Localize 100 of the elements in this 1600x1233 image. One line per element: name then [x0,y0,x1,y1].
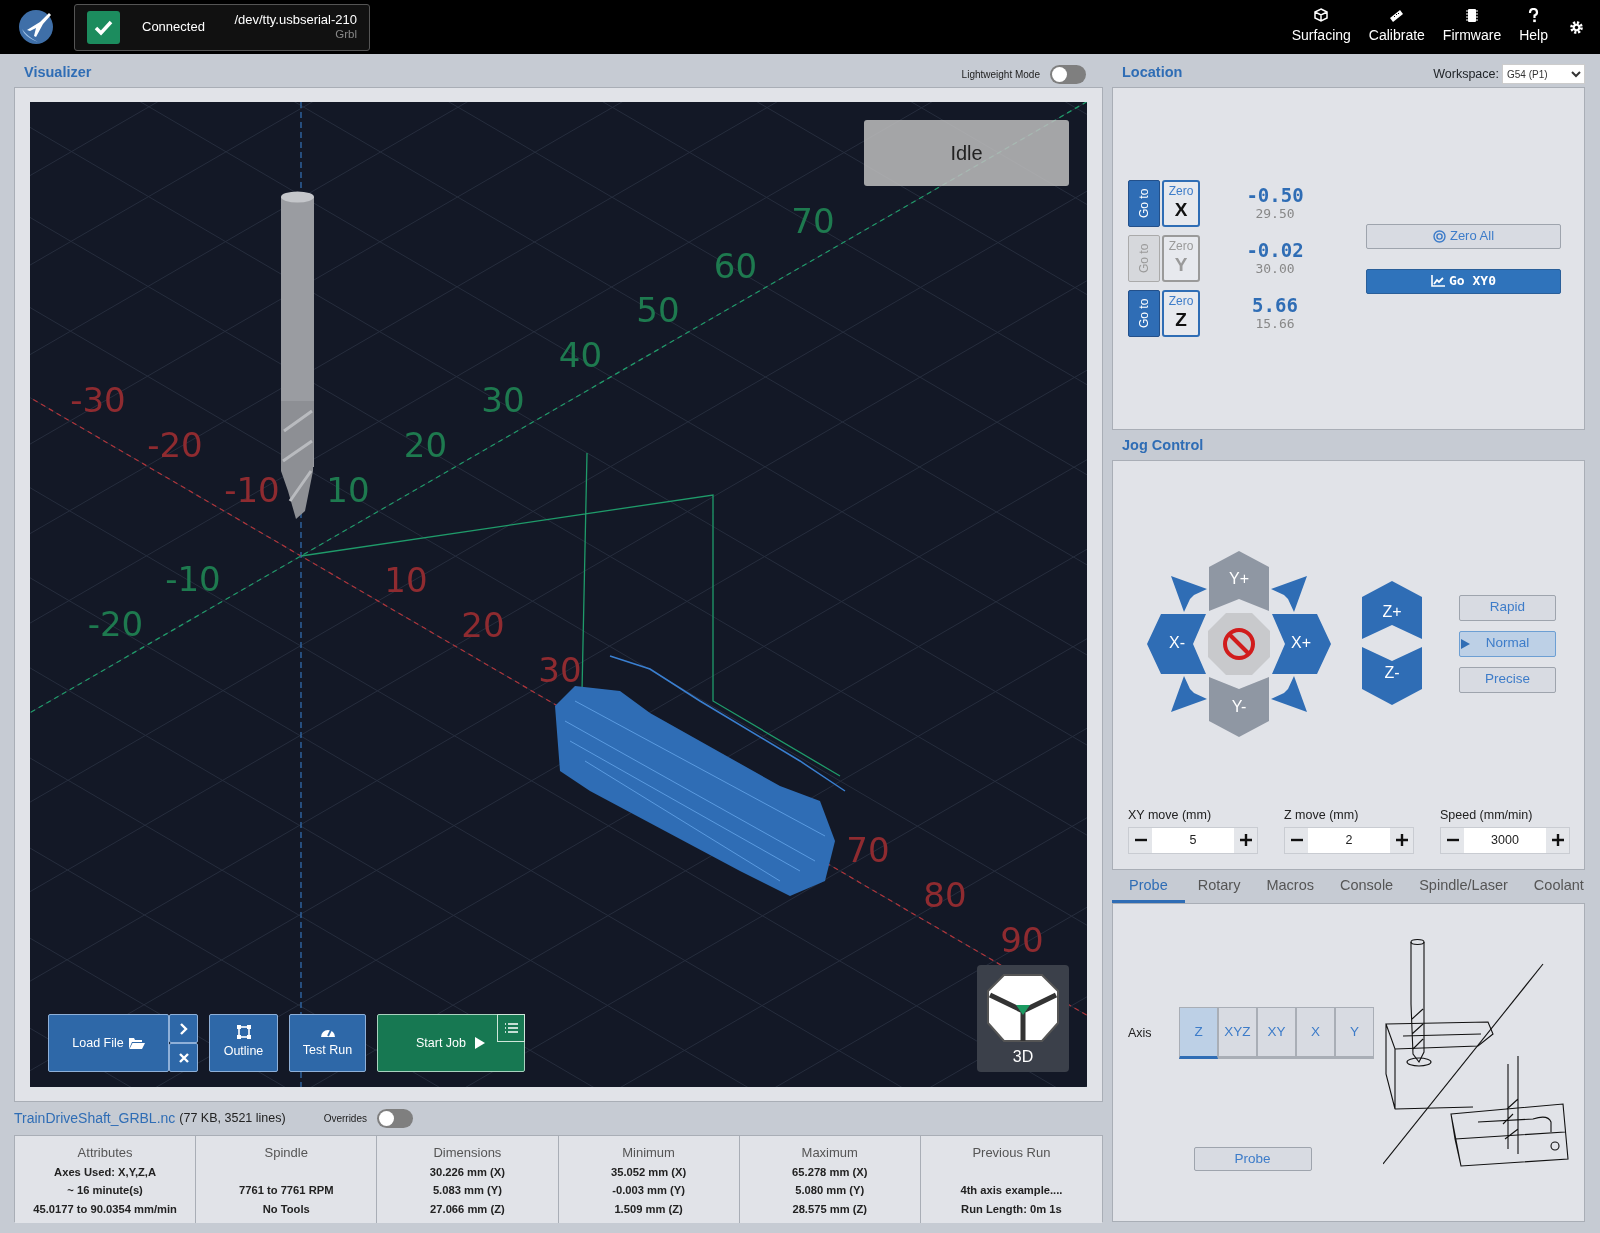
stat-value: 7761 to 7761 RPM [238,1183,334,1198]
close-button[interactable] [169,1043,198,1072]
tab[interactable]: Coolant [1520,875,1597,903]
axis-label: 10 [326,469,370,510]
toolbar-button[interactable]: Surfacing [1282,8,1360,46]
view-cube-button[interactable]: 3D [977,965,1069,1072]
axis-toggle-button[interactable]: Y [1335,1007,1374,1059]
cube-icon [1313,8,1329,23]
axis-label: -20 [87,603,144,644]
axis-label: -10 [165,559,221,600]
axis-toggle-button[interactable]: XYZ [1218,1007,1257,1059]
check-icon [87,10,120,44]
speed-button[interactable]: Normal [1459,630,1556,657]
panel-title: Jog Control [1122,436,1204,456]
panel-title: Visualizer [24,63,92,83]
axis-label: 40 [558,335,603,376]
stat-title: Previous Run [972,1144,1051,1162]
machine-state: Idle [864,120,1069,186]
ruler-icon [1389,8,1405,23]
stat-value: ~ 16 minute(s) [67,1183,143,1198]
outline-icon [236,1025,251,1040]
jog-button[interactable]: Z+ [1362,580,1422,639]
tab[interactable]: Macros [1253,875,1327,903]
tab[interactable]: Spindle/Laser [1406,875,1521,903]
axis-label: 80 [923,874,967,915]
tab[interactable]: Console [1326,875,1407,903]
speed-button[interactable]: Rapid [1459,594,1556,621]
field-label: Z move (mm) [1284,807,1360,824]
next-button[interactable] [169,1014,198,1043]
list-button[interactable] [497,1014,525,1042]
axis-toggle-button[interactable]: XY [1257,1007,1296,1059]
stat-value: Axes Used: X,Y,Z,A [54,1164,157,1180]
axis-label: 90 [1000,919,1044,960]
jog-button[interactable]: Z- [1362,646,1422,705]
diagonal-jog-button[interactable] [1271,575,1307,612]
stat-value: 5.083 mm (Y) [432,1183,502,1198]
stat-value: 5.080 mm (Y) [795,1183,865,1198]
zero-axis-button[interactable]: Zero X [1162,180,1200,227]
axis-label: 60 [713,245,758,286]
folder-icon [128,1036,145,1050]
axis-label: 50 [636,290,680,331]
file-name-link[interactable]: TrainDriveShaft_GRBL.nc [14,1108,176,1129]
toggle-switch[interactable] [377,1109,413,1128]
load-file-button[interactable]: Load File [48,1014,169,1072]
machine-position: 30.00 [1255,261,1295,277]
3d-viewport[interactable]: -30 -20 -10 10 20 30 70 80 90 -20 -10 10 20 30 40 50 60 70 Idle 3D Load File Outline Test Run Start Job [30,102,1087,1087]
toggle-switch[interactable] [1050,65,1086,84]
diagonal-jog-button[interactable] [1171,675,1207,712]
probe-button[interactable]: Probe [1193,1147,1312,1171]
stat-value: 65.278 mm (X) [792,1164,868,1180]
axis-label: -20 [147,424,203,465]
outline-button[interactable]: Outline [209,1014,278,1072]
stat-value: 1.509 mm (Z) [614,1201,683,1217]
test-run-button[interactable]: Test Run [289,1014,366,1072]
machine-position: 29.50 [1255,206,1295,222]
stat-value: 28.575 mm (Z) [792,1201,868,1217]
settings-icon [1569,20,1584,36]
file-info: (77 KB, 3521 lines) [179,1110,286,1128]
go-to-button[interactable]: Go to [1128,290,1160,337]
stat-title: Dimensions [433,1144,502,1162]
axis-label: 70 [846,829,890,870]
toolbar-button[interactable]: Help [1510,8,1557,46]
axis-label: 10 [384,559,428,600]
line-chart-icon [1431,275,1445,287]
start-job-button[interactable]: Start Job [377,1014,525,1072]
stat-value: 4th axis example.... [960,1183,1063,1198]
connection-status: Connected [142,18,205,37]
stop-button[interactable] [1208,612,1270,675]
stat-value: 30.226 mm (X) [429,1164,506,1180]
axis-label: Axis [1128,1024,1153,1042]
play-icon [474,1036,487,1050]
stat-value: 45.0177 to 90.0354 mm/min [33,1201,177,1217]
close-icon [178,1052,189,1063]
go-xy0-button[interactable]: Go XY0 [1366,268,1561,294]
axis-label: -30 [70,379,126,420]
axis-label: 20 [403,424,448,465]
stat-title: Minimum [622,1144,675,1162]
toolbar-button[interactable]: Calibrate [1359,8,1434,46]
diagonal-jog-button[interactable] [1171,575,1207,612]
firmware-name: Grbl [335,27,357,42]
diagonal-jog-button[interactable] [1271,675,1307,712]
toolbar-button[interactable]: Firmware [1433,8,1511,46]
field-label: XY move (mm) [1128,807,1213,824]
machine-position: 15.66 [1255,316,1295,332]
stat-title: Attributes [77,1144,133,1162]
speed-button[interactable]: Precise [1459,666,1556,693]
axis-toggle-button[interactable]: X [1296,1007,1335,1059]
axis-toggle-button[interactable]: Z [1179,1007,1218,1059]
stat-value: 27.066 mm (Z) [430,1201,505,1217]
stat-value: No Tools [262,1201,310,1217]
stat-value: 35.052 mm (X) [610,1164,687,1180]
stat-title: Spindle [264,1144,308,1162]
zero-all-button[interactable]: Zero All [1366,223,1561,249]
toggle-label: Lightweight Mode [961,68,1040,82]
zero-axis-button[interactable]: Zero Z [1162,290,1200,337]
tab[interactable]: Rotary [1184,875,1254,903]
logo-icon [18,9,54,45]
panel-title: Location [1122,63,1183,83]
workspace-select[interactable]: G54 (P1) [1502,64,1585,84]
go-to-button[interactable]: Go to [1128,180,1160,227]
